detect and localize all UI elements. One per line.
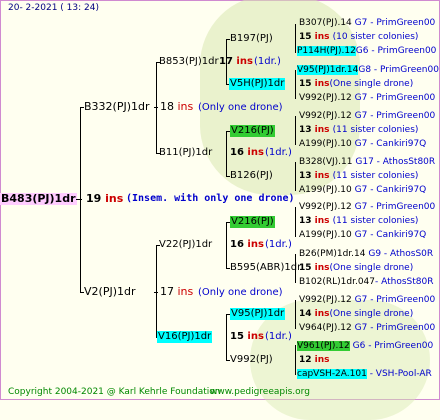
sire-ins-count: 18 ins	[160, 100, 194, 113]
gen4-row[interactable]: V95(PJ)1dr.14G8 - PrimGreen00	[297, 64, 439, 76]
gen4-row[interactable]: A199(PJ).10 G7 - Cankiri97Q	[299, 138, 426, 150]
dam-queen[interactable]: V2(PJ)1dr	[84, 286, 136, 298]
gen4-row[interactable]: V992(PJ).12 G7 - PrimGreen00	[299, 294, 435, 306]
root-ins-count: 19 ins	[86, 192, 124, 205]
gen2-note: (1dr.)	[265, 239, 292, 250]
gen3-queen[interactable]: V5H(PJ)1dr	[229, 78, 286, 90]
gen2-ins-count: 16 ins	[230, 147, 264, 158]
gen2-note: (1dr.)	[254, 56, 281, 67]
sire-note: (Only one drone)	[198, 102, 283, 113]
gen4-row[interactable]: A199(PJ).10 G7 - Cankiri97Q	[299, 184, 426, 196]
footer-url[interactable]: www.pedigreeapis.org	[210, 386, 310, 398]
gen4-ins: 12 ins	[299, 355, 330, 365]
gen4-ins: 14 ins(One single drone)	[299, 309, 414, 319]
dam-ins-count: 17 ins	[160, 285, 194, 298]
gen4-row[interactable]: A199(PJ).10 G7 - Cankiri97Q	[299, 229, 426, 241]
gen2-queen[interactable]: B853(PJ)1dr	[159, 56, 219, 68]
gen2-ins-count: 16 ins	[230, 239, 264, 250]
gen2-queen[interactable]: B11(PJ)1dr	[159, 147, 212, 159]
gen4-ins: 15 ins(One single drone)	[299, 79, 414, 89]
gen3-queen[interactable]: V992(PJ)	[230, 354, 273, 366]
gen4-ins: 13 ins (11 sister colonies)	[299, 171, 419, 181]
gen4-row[interactable]: V964(PJ).12 G7 - PrimGreen00	[299, 322, 435, 334]
gen4-row[interactable]: capVSH-2A.101 - VSH-Pool-AR	[297, 368, 432, 380]
gen2-ins-count: 17 ins	[219, 56, 253, 67]
gen4-row[interactable]: V961(PJ).12 G6 - PrimGreen00	[297, 340, 433, 352]
gen4-row[interactable]: V992(PJ).12 G7 - PrimGreen00	[299, 110, 435, 122]
gen4-row[interactable]: B26(PM)1dr.14 G9 - AthosS0R	[299, 248, 433, 260]
report-date: 20- 2-2021 ( 13: 24)	[8, 3, 99, 13]
root-note: (Insem. with only one drone)	[126, 193, 295, 204]
gen3-queen[interactable]: V95(PJ)1dr	[230, 308, 286, 320]
dam-note: (Only one drone)	[198, 287, 283, 298]
gen4-ins: 15 ins (10 sister colonies)	[299, 32, 419, 42]
gen3-queen[interactable]: B197(PJ)	[230, 33, 273, 45]
gen4-row[interactable]: V992(PJ).12 G7 - PrimGreen00	[299, 201, 435, 213]
gen4-ins: 13 ins (11 sister colonies)	[299, 125, 419, 135]
gen2-note: (1dr.)	[265, 331, 292, 342]
gen4-row[interactable]: P114H(PJ).12G6 - PrimGreen00	[297, 45, 436, 57]
gen2-queen[interactable]: V22(PJ)1dr	[159, 239, 212, 251]
gen4-row[interactable]: B307(PJ).14 G7 - PrimGreen00	[299, 17, 435, 29]
gen3-queen[interactable]: B595(ABR)1dr	[230, 262, 301, 274]
gen4-ins: 15 ins(One single drone)	[299, 263, 414, 273]
gen3-queen[interactable]: V216(PJ)	[230, 216, 275, 228]
footer-copyright: Copyright 2004-2021 @ Karl Kehrle Founda…	[8, 387, 221, 397]
gen2-ins-count: 15 ins	[230, 331, 264, 342]
gen3-queen[interactable]: V216(PJ)	[230, 125, 275, 137]
gen4-row[interactable]: B328(VJ).11 G17 - AthosSt80R	[299, 156, 435, 168]
gen2-note: (1dr.)	[265, 147, 292, 158]
root-queen[interactable]: B483(PJ)1dr	[0, 193, 77, 205]
gen3-queen[interactable]: B126(PJ)	[230, 170, 273, 182]
gen4-row[interactable]: B102(RL)1dr.047- AthosSt80R	[299, 276, 433, 288]
gen4-ins: 13 ins (11 sister colonies)	[299, 216, 419, 226]
gen4-row[interactable]: V992(PJ).12 G7 - PrimGreen00	[299, 92, 435, 104]
gen2-queen[interactable]: V16(PJ)1dr	[157, 331, 213, 343]
sire-queen[interactable]: B332(PJ)1dr	[84, 101, 150, 113]
